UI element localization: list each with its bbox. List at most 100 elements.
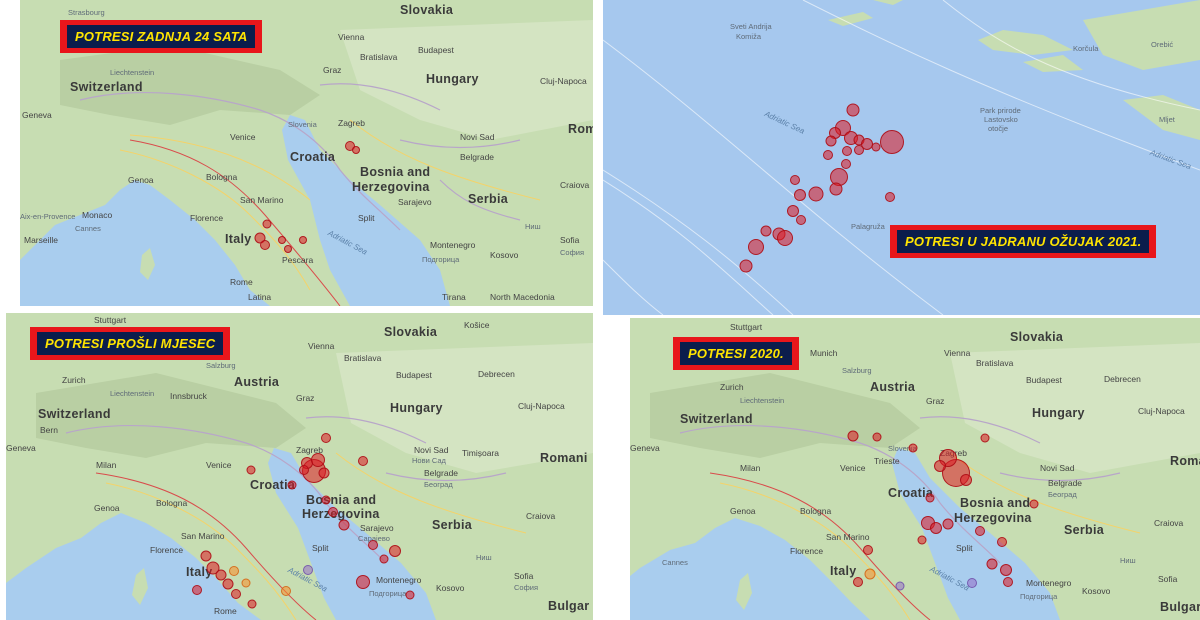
quake-marker[interactable] — [748, 239, 764, 255]
quake-marker[interactable] — [846, 103, 860, 117]
label-debrecen: Debrecen — [478, 369, 515, 379]
label-vienna: Vienna — [308, 341, 335, 351]
label-liechtenstein: Liechtenstein — [110, 68, 155, 77]
quake-marker[interactable] — [871, 142, 881, 152]
quake-marker[interactable] — [980, 433, 990, 443]
quake-marker[interactable] — [853, 577, 863, 587]
label-vienna: Vienna — [338, 32, 365, 42]
quake-marker[interactable] — [760, 225, 772, 237]
quake-marker[interactable] — [318, 467, 330, 479]
quake-marker[interactable] — [241, 578, 251, 588]
quake-marker[interactable] — [960, 474, 972, 486]
quake-marker[interactable] — [368, 540, 378, 550]
quake-marker[interactable] — [321, 433, 331, 443]
quake-marker[interactable] — [842, 146, 852, 156]
quake-marker[interactable] — [287, 480, 297, 490]
quake-marker[interactable] — [260, 240, 270, 250]
label-hungary: Hungary — [1032, 406, 1085, 420]
label-craiova: Craiova — [526, 511, 556, 521]
quake-marker[interactable] — [841, 159, 851, 169]
quake-marker[interactable] — [200, 550, 212, 562]
quake-marker[interactable] — [942, 518, 954, 530]
quake-marker[interactable] — [986, 558, 998, 570]
label-italy: Italy — [225, 232, 252, 246]
quake-marker[interactable] — [908, 443, 918, 453]
quake-marker[interactable] — [794, 189, 806, 201]
quake-marker[interactable] — [229, 566, 239, 576]
quake-marker[interactable] — [278, 236, 286, 244]
label-venice: Venice — [206, 460, 232, 470]
quake-marker[interactable] — [389, 545, 401, 557]
quake-marker[interactable] — [1029, 499, 1039, 509]
quake-marker[interactable] — [328, 507, 338, 517]
quake-marker[interactable] — [222, 578, 234, 590]
label-komiza: Komiža — [736, 32, 762, 41]
label-tirana: Tirana — [442, 292, 466, 302]
quake-marker[interactable] — [863, 545, 873, 555]
panel-title: POTRESI ZADNJA 24 SATA — [60, 20, 263, 53]
quake-marker[interactable] — [823, 150, 833, 160]
quake-marker[interactable] — [247, 599, 257, 609]
quake-marker[interactable] — [338, 519, 350, 531]
quake-marker[interactable] — [299, 236, 307, 244]
quake-marker[interactable] — [311, 453, 325, 467]
label-cluj: Cluj-Napoca — [540, 76, 587, 86]
label-bosnia-2: Herzegovina — [352, 180, 430, 194]
quake-marker[interactable] — [356, 575, 370, 589]
quake-marker[interactable] — [352, 146, 360, 154]
quake-marker[interactable] — [997, 537, 1007, 547]
label-san-marino: San Marino — [826, 532, 870, 542]
label-vienna: Vienna — [944, 348, 971, 358]
label-budapest: Budapest — [396, 370, 432, 380]
quake-marker[interactable] — [358, 456, 368, 466]
label-milan: Milan — [96, 460, 117, 470]
label-serbia: Serbia — [1064, 523, 1105, 537]
label-kosovo: Kosovo — [490, 250, 519, 260]
quake-marker[interactable] — [1000, 564, 1012, 576]
label-romania: Romani — [1170, 454, 1200, 468]
label-cannes: Cannes — [662, 558, 688, 567]
map-panel-adriatic-march-2021[interactable]: Sveti Andrija Komiža Korčula Orebić Mlje… — [603, 0, 1200, 315]
quake-marker[interactable] — [925, 493, 935, 503]
quake-marker[interactable] — [796, 215, 806, 225]
quake-marker[interactable] — [379, 554, 389, 564]
quake-marker[interactable] — [262, 219, 272, 229]
quake-marker[interactable] — [885, 192, 895, 202]
label-podgorica: Подгорица — [1020, 592, 1058, 601]
quake-marker[interactable] — [864, 568, 876, 580]
label-bulgaria: Bulgar — [548, 599, 590, 613]
quake-marker[interactable] — [231, 589, 241, 599]
label-aix: Aix-en-Provence — [20, 212, 76, 221]
quake-marker[interactable] — [299, 465, 309, 475]
quake-marker[interactable] — [967, 578, 977, 588]
quake-marker[interactable] — [895, 581, 905, 591]
quake-marker[interactable] — [192, 585, 202, 595]
quake-marker[interactable] — [281, 586, 291, 596]
quake-marker[interactable] — [934, 460, 946, 472]
quake-marker[interactable] — [847, 430, 859, 442]
quake-marker[interactable] — [854, 145, 864, 155]
quake-marker[interactable] — [808, 186, 824, 202]
quake-marker[interactable] — [777, 230, 793, 246]
quake-marker[interactable] — [880, 130, 904, 154]
label-bern: Bern — [40, 425, 58, 435]
quake-marker[interactable] — [975, 526, 985, 536]
quake-marker[interactable] — [930, 522, 942, 534]
quake-marker[interactable] — [790, 175, 800, 185]
map-panel-last-24h[interactable]: Strasbourg Slovakia Vienna Bratislava Bu… — [20, 0, 593, 306]
label-kosovo: Kosovo — [436, 583, 465, 593]
map-panel-last-month[interactable]: Stuttgart Slovakia Košice Vienna Bratisl… — [6, 313, 593, 620]
quake-marker[interactable] — [872, 432, 882, 442]
map-panel-2020[interactable]: Stuttgart Slovakia Munich Vienna Bratisl… — [630, 318, 1200, 620]
quake-marker[interactable] — [825, 135, 837, 147]
quake-marker[interactable] — [1003, 577, 1013, 587]
quake-marker[interactable] — [284, 245, 292, 253]
quake-marker[interactable] — [829, 182, 843, 196]
quake-marker[interactable] — [917, 535, 927, 545]
quake-marker[interactable] — [246, 465, 256, 475]
quake-marker[interactable] — [405, 590, 415, 600]
quake-marker[interactable] — [303, 565, 313, 575]
quake-marker[interactable] — [321, 495, 331, 505]
quake-marker[interactable] — [739, 259, 753, 273]
panel-title-text: POTRESI ZADNJA 24 SATA — [67, 25, 256, 48]
